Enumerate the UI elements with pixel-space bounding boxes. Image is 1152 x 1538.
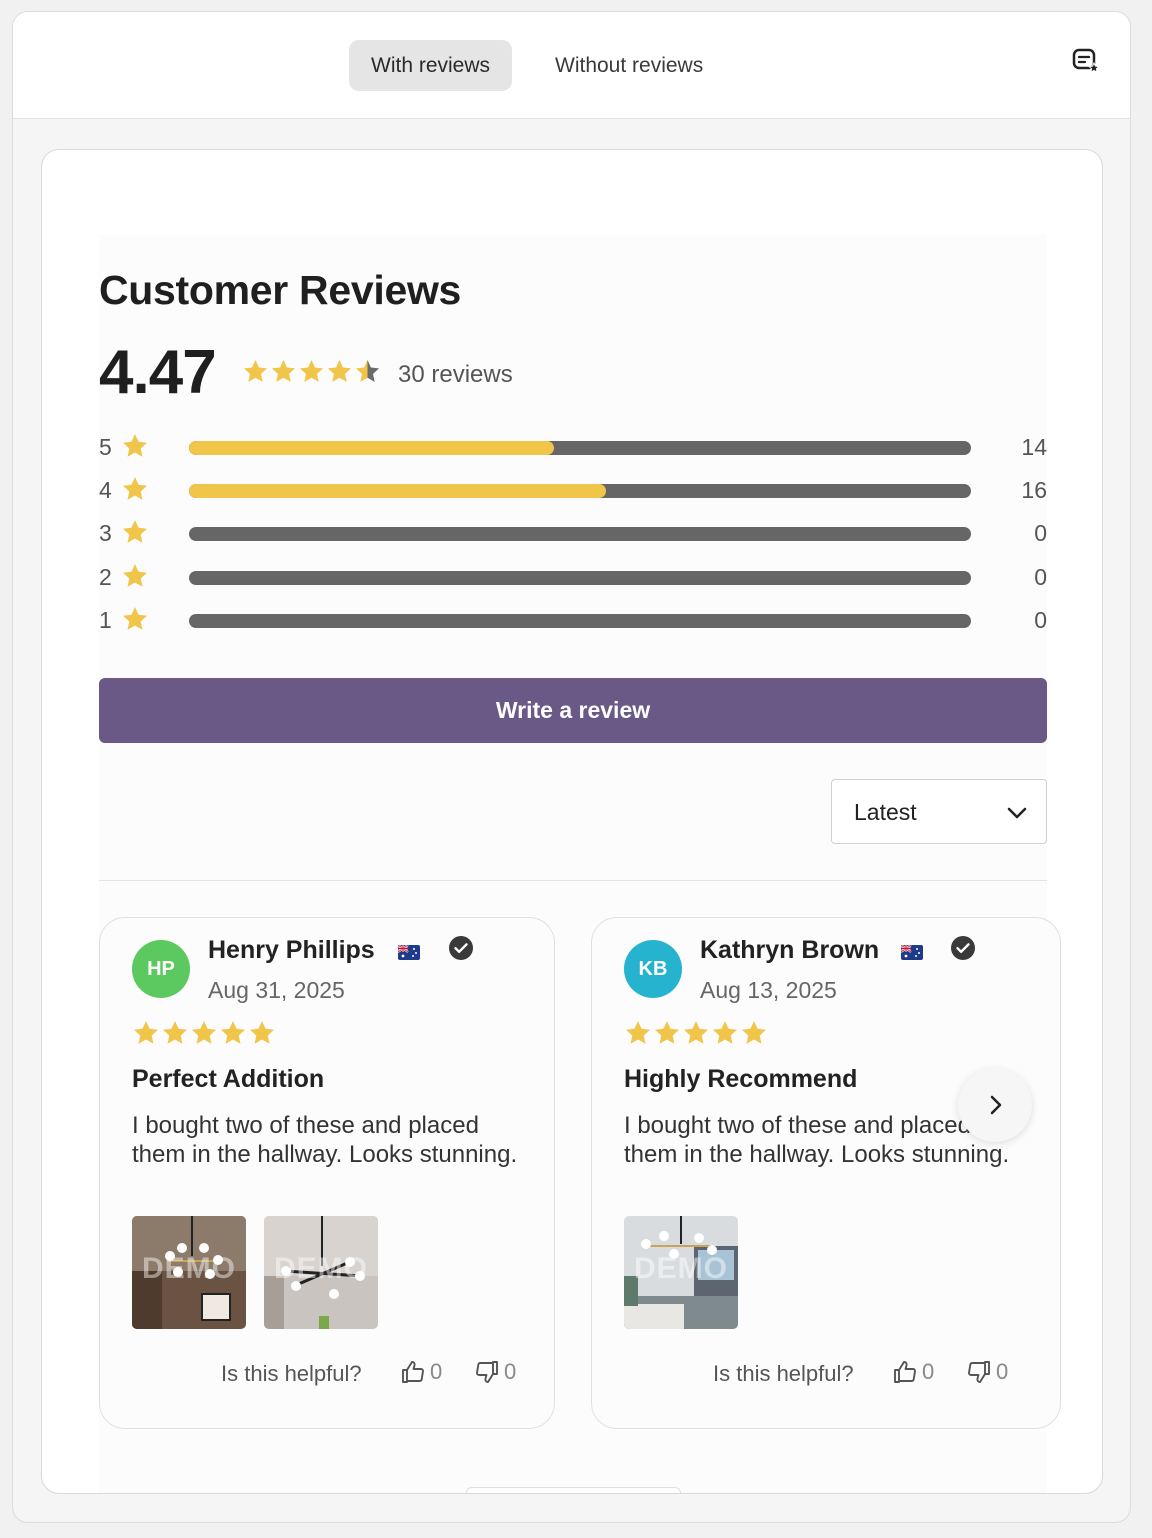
australia-flag-icon (901, 945, 923, 960)
top-bar: With reviews Without reviews (13, 12, 1130, 119)
australia-flag-icon (398, 945, 420, 960)
distribution-star-label: 1 (99, 607, 112, 633)
star-icon (270, 358, 297, 385)
average-rating: 4.47 (99, 338, 217, 407)
write-review-button[interactable]: Write a review (99, 678, 1047, 743)
dislike-count: 0 (996, 1359, 1009, 1384)
distribution-count: 0 (1034, 520, 1047, 546)
distribution-row-1: 1 0 (99, 605, 1047, 635)
review-stars (624, 1019, 768, 1047)
like-count: 0 (430, 1359, 443, 1384)
distribution-row-4: 4 16 (99, 475, 1047, 505)
half-star-icon (354, 358, 381, 385)
review-body: I bought two of these and placed them in… (132, 1112, 518, 1168)
review-count: 30 reviews (398, 361, 513, 388)
divider (99, 880, 1047, 881)
sort-selected-value: Latest (854, 799, 917, 825)
star-icon (242, 358, 269, 385)
star-icon (121, 432, 149, 460)
helpful-label: Is this helpful? (221, 1361, 362, 1386)
distribution-bar (189, 441, 971, 455)
feedback-icon[interactable] (1071, 46, 1101, 76)
distribution-bar-fill (189, 441, 555, 455)
verified-check-icon (449, 936, 473, 960)
load-more-button[interactable] (466, 1487, 681, 1493)
review-date: Aug 13, 2025 (700, 977, 837, 1003)
review-date: Aug 31, 2025 (208, 977, 345, 1003)
review-image[interactable]: DEMO (132, 1216, 246, 1329)
distribution-row-3: 3 0 (99, 518, 1047, 548)
star-icon (121, 605, 149, 633)
average-stars (242, 358, 381, 385)
thumbs-down-button[interactable]: 0 (474, 1359, 516, 1385)
distribution-row-5: 5 14 (99, 432, 1047, 462)
star-icon (711, 1019, 739, 1047)
star-icon (682, 1019, 710, 1047)
verified-check-icon (951, 936, 975, 960)
star-icon (161, 1019, 189, 1047)
review-stars (132, 1019, 276, 1047)
distribution-bar (189, 571, 971, 585)
review-image[interactable]: DEMO (624, 1216, 738, 1329)
reviewer-name: Henry Phillips (208, 936, 375, 964)
image-watermark: DEMO (274, 1252, 368, 1285)
star-icon (326, 358, 353, 385)
star-icon (248, 1019, 276, 1047)
chevron-down-icon (1007, 807, 1027, 819)
distribution-count: 0 (1034, 564, 1047, 590)
review-card: HP Henry Phillips Aug 31, 2025 Perfect A… (99, 917, 555, 1429)
distribution-count: 16 (1021, 477, 1047, 503)
tab-without-reviews[interactable]: Without reviews (533, 40, 725, 91)
distribution-bar (189, 484, 971, 498)
like-count: 0 (922, 1359, 935, 1384)
star-icon (298, 358, 325, 385)
thumbs-up-button[interactable]: 0 (892, 1359, 934, 1385)
distribution-star-label: 2 (99, 564, 112, 590)
distribution-star-label: 4 (99, 477, 112, 503)
helpful-label: Is this helpful? (713, 1361, 854, 1386)
distribution-bar (189, 614, 971, 628)
carousel-next-button[interactable] (958, 1068, 1032, 1142)
star-icon (132, 1019, 160, 1047)
distribution-count: 14 (1021, 434, 1047, 460)
sort-select[interactable]: Latest (831, 779, 1047, 844)
star-icon (121, 475, 149, 503)
reviewer-name: Kathryn Brown (700, 936, 880, 964)
star-icon (121, 518, 149, 546)
star-icon (740, 1019, 768, 1047)
thumbs-down-button[interactable]: 0 (966, 1359, 1008, 1385)
review-image[interactable]: DEMO (264, 1216, 378, 1329)
dislike-count: 0 (504, 1359, 517, 1384)
review-body: I bought two of these and placed them in… (624, 1112, 1010, 1168)
distribution-count: 0 (1034, 607, 1047, 633)
star-icon (653, 1019, 681, 1047)
widget-title: Customer Reviews (99, 267, 462, 313)
distribution-star-label: 3 (99, 520, 112, 546)
thumbs-up-button[interactable]: 0 (400, 1359, 442, 1385)
tab-with-reviews[interactable]: With reviews (349, 40, 513, 91)
app-frame: With reviews Without reviews Customer Re… (12, 11, 1131, 1523)
star-icon (219, 1019, 247, 1047)
thumbs-down-icon (968, 1361, 990, 1383)
review-title: Perfect Addition (132, 1065, 325, 1093)
review-card: KB Kathryn Brown Aug 13, 2025 Highly Rec… (591, 917, 1061, 1429)
distribution-row-2: 2 0 (99, 562, 1047, 592)
thumbs-up-icon (894, 1361, 916, 1383)
distribution-bar-fill (189, 484, 606, 498)
image-watermark: DEMO (634, 1252, 728, 1285)
avatar: HP (132, 940, 190, 998)
review-title: Highly Recommend (624, 1065, 858, 1093)
preview-card: Customer Reviews 4.47 30 reviews 5 14 4 (41, 149, 1103, 1494)
distribution-star-label: 5 (99, 434, 112, 460)
star-icon (624, 1019, 652, 1047)
avatar: KB (624, 940, 682, 998)
chevron-right-icon (990, 1095, 1002, 1115)
reviews-widget: Customer Reviews 4.47 30 reviews 5 14 4 (99, 234, 1061, 1493)
thumbs-down-icon (476, 1361, 498, 1383)
image-watermark: DEMO (142, 1252, 236, 1285)
star-icon (121, 562, 149, 590)
star-icon (190, 1019, 218, 1047)
distribution-bar (189, 527, 971, 541)
thumbs-up-icon (402, 1361, 424, 1383)
